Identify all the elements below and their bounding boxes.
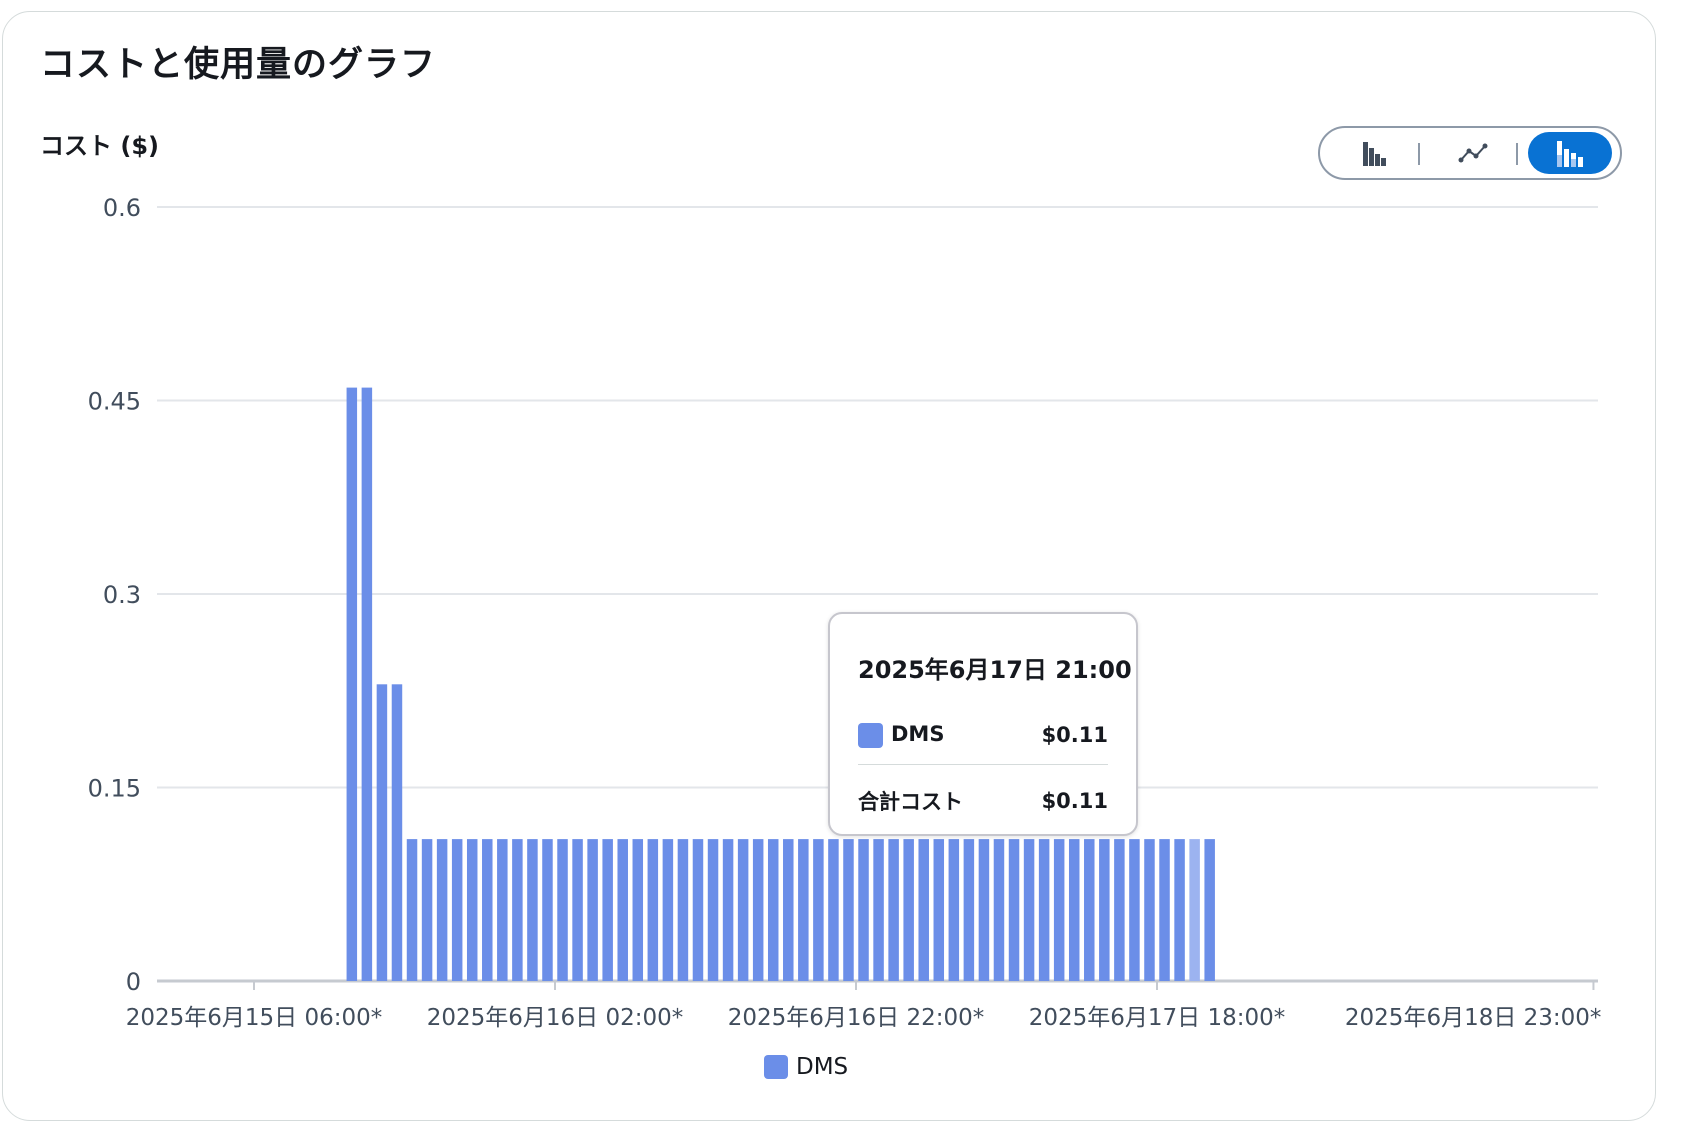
bar-dms <box>978 839 990 981</box>
y-tick-label: 0.6 <box>103 194 141 222</box>
bar-dms <box>482 839 493 981</box>
bar-dms <box>813 839 824 981</box>
bar-dms <box>557 839 568 981</box>
bar-dms <box>451 839 463 981</box>
bar-dms <box>903 839 914 981</box>
bar-dms <box>361 387 373 982</box>
bar-dms <box>647 839 659 981</box>
bar-dms <box>1068 839 1080 981</box>
legend-label-dms[interactable]: DMS <box>796 1054 848 1080</box>
tooltip-series-swatch <box>858 722 883 748</box>
bar-dms <box>587 839 598 981</box>
bar-dms <box>376 684 388 981</box>
bar-dms <box>798 839 809 981</box>
bar-dms <box>918 839 929 981</box>
bar-dms <box>346 387 358 982</box>
x-tick-label: 2025年6月16日 22:00* <box>728 1005 985 1031</box>
tooltip-series-name: DMS <box>891 722 945 746</box>
bar-dms <box>948 839 960 981</box>
bar-dms <box>783 839 794 981</box>
tooltip-series-value: $0.11 <box>1041 722 1108 747</box>
bar-dms <box>1204 839 1215 981</box>
bar-dms <box>572 839 583 981</box>
bar-dms <box>993 839 1005 981</box>
bar-dms <box>933 839 945 981</box>
bar-dms <box>963 839 975 981</box>
bar-dms <box>527 839 538 981</box>
bar-dms <box>512 839 523 981</box>
bar-dms <box>677 839 689 981</box>
tooltip-total-value: $0.11 <box>1041 789 1108 813</box>
bar-dms <box>828 839 839 981</box>
bar-dms <box>632 839 644 981</box>
bar-dms <box>1023 839 1035 981</box>
bar-dms <box>1008 839 1020 981</box>
bar-dms <box>737 839 749 981</box>
bar-dms <box>722 839 734 981</box>
legend-swatch-dms[interactable] <box>764 1055 788 1079</box>
cost-bar-chart: 0 0.15 0.3 0.45 0.6 2025年6月15日 06:00* 2025年6月1… <box>88 194 1602 1031</box>
tooltip-total-row: 合計コスト $0.11 <box>858 786 1108 816</box>
bar-dms <box>843 839 854 981</box>
bar-dms <box>617 839 628 981</box>
bar-dms <box>707 839 719 981</box>
bar-dms <box>1159 839 1170 981</box>
y-tick-label: 0.3 <box>103 581 141 609</box>
tooltip-title: 2025年6月17日 21:00 <box>858 656 1132 684</box>
bar-dms <box>1114 839 1125 981</box>
x-tick-label: 2025年6月16日 02:00* <box>427 1005 684 1031</box>
bar-dms <box>497 839 508 981</box>
bar-dms <box>752 839 764 981</box>
bar-dms <box>542 839 553 981</box>
y-tick-label: 0.15 <box>88 775 141 803</box>
bar-dms <box>873 839 884 981</box>
bar-dms <box>767 839 779 981</box>
tooltip-total-label: 合計コスト <box>858 790 963 814</box>
bar-dms <box>406 839 418 981</box>
bar-dms <box>1174 839 1185 981</box>
y-tick-label: 0 <box>126 968 141 996</box>
bar-dms <box>1189 839 1200 981</box>
y-tick-label: 0.45 <box>88 388 141 416</box>
bar-dms <box>692 839 704 981</box>
x-tick-label: 2025年6月15日 06:00* <box>126 1005 383 1031</box>
bar-dms <box>1038 839 1050 981</box>
tooltip-divider <box>858 764 1108 765</box>
x-tick-label: 2025年6月18日 23:00* <box>1345 1005 1602 1031</box>
chart-tooltip: 2025年6月17日 21:00 DMS $0.11 合計コスト $0.11 <box>828 612 1138 836</box>
bar-dms <box>858 839 869 981</box>
x-tick-label: 2025年6月17日 18:00* <box>1029 1005 1286 1031</box>
bar-dms <box>1144 839 1155 981</box>
bar-dms <box>391 684 403 981</box>
chart-legend: DMS <box>764 1054 848 1080</box>
bar-dms <box>888 839 899 981</box>
bar-dms <box>466 839 478 981</box>
bar-dms <box>436 839 448 981</box>
tooltip-series-row: DMS $0.11 <box>858 722 1108 748</box>
bar-dms <box>1099 839 1110 981</box>
bar-dms <box>602 839 613 981</box>
bar-dms <box>1084 839 1095 981</box>
bar-dms <box>662 839 674 981</box>
bar-dms <box>1129 839 1140 981</box>
bar-dms <box>1053 839 1065 981</box>
bar-dms <box>421 839 433 981</box>
